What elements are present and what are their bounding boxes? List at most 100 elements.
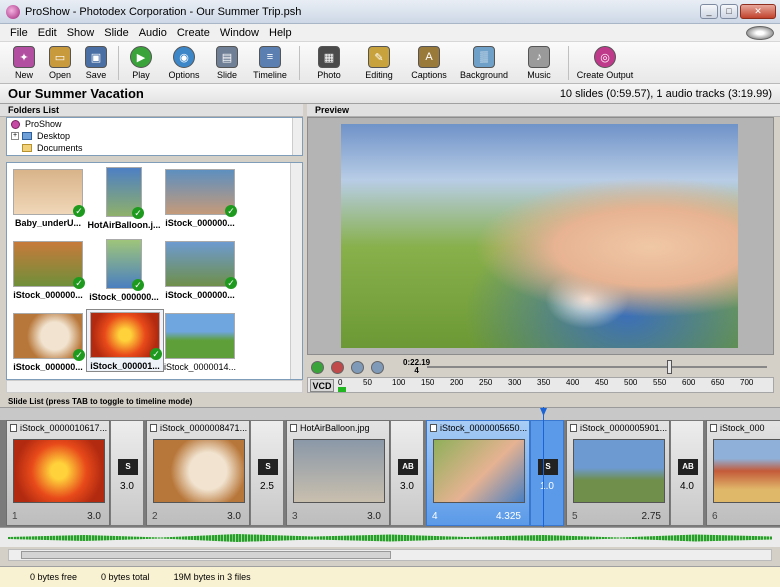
timeline-playhead[interactable] [543,407,544,547]
slide-image [13,439,105,503]
menu-edit[interactable]: Edit [38,27,57,39]
thumbnail-item-selected[interactable]: ✓ iStock_000001... [86,309,164,372]
menu-slide[interactable]: Slide [104,27,128,39]
menu-create[interactable]: Create [177,27,210,39]
check-icon: ✓ [73,277,85,289]
folder-item-documents[interactable]: Documents [7,142,302,154]
thumbnail-item[interactable]: ✓ iStock_000000... [161,241,239,300]
thumbnail-image: ✓ [13,313,85,361]
transition-item[interactable]: AB 4.0 [670,420,704,526]
slide-select-checkbox[interactable] [150,424,157,432]
folders-tree[interactable]: ProShow + Desktop Documents [6,117,303,156]
timeline-button[interactable]: ≡ Timeline [247,42,293,80]
toolbar-separator [568,46,569,80]
minimize-button[interactable]: _ [700,4,718,19]
photodex-logo-icon [746,26,774,40]
close-button[interactable]: ✕ [740,4,776,19]
slide-select-checkbox[interactable] [570,424,577,432]
seek-slider-thumb[interactable] [667,360,672,374]
status-total: 0 bytes total [101,572,150,582]
background-button[interactable]: ▒ Background [456,42,512,80]
file-thumbnails: ✓ Baby_underU... ✓ HotAirBalloon.j... ✓ … [6,162,303,380]
slide-image [433,439,525,503]
slide-button[interactable]: ▤ Slide [211,42,243,80]
open-button[interactable]: ▭ Open [44,42,76,80]
thumbnail-image: ✓ [165,241,237,289]
thumbnail-item[interactable]: ✓ iStock_000000... [161,169,239,228]
expand-icon[interactable]: + [11,132,19,140]
menu-audio[interactable]: Audio [139,27,167,39]
captions-icon: A [418,46,440,68]
menu-bar: File Edit Show Slide Audio Create Window… [0,24,780,42]
play-button[interactable]: ▶ Play [125,42,157,80]
thumbnail-image: ✓ [13,241,85,289]
maximize-button[interactable]: □ [720,4,738,19]
previous-icon[interactable] [351,360,364,374]
slide-item[interactable]: iStock_0000010617... 1 3.0 [6,420,110,526]
captions-button[interactable]: A Captions [406,42,452,80]
slide-select-checkbox[interactable] [10,424,17,432]
slide-item[interactable]: iStock_0000008471... 2 3.0 [146,420,250,526]
slide-select-checkbox[interactable] [430,424,437,432]
thumbnail-image: ✓ [90,312,162,360]
thumbnail-item[interactable]: iStock_0000014... [161,313,239,372]
check-icon: ✓ [225,205,237,217]
timeline-strip[interactable] [0,407,780,421]
stop-icon[interactable] [331,360,344,374]
thumbnail-item[interactable]: ✓ Baby_underU... [9,169,87,228]
transition-item[interactable]: S 3.0 [110,420,144,526]
menu-file[interactable]: File [10,27,28,39]
photo-button[interactable]: ▦ Photo [306,42,352,80]
check-icon: ✓ [225,277,237,289]
menu-show[interactable]: Show [67,27,95,39]
new-button[interactable]: ✦ New [8,42,40,80]
menu-window[interactable]: Window [220,27,259,39]
scrollbar-thumb[interactable] [21,551,391,559]
slide-item-active[interactable]: iStock_0000005650... 4 4.325 [426,420,530,526]
audio-waveform [8,534,772,542]
check-icon: ✓ [73,205,85,217]
slide-select-checkbox[interactable] [710,424,717,432]
transition-icon: S [118,459,138,475]
music-button[interactable]: ♪ Music [516,42,562,80]
play-icon: ▶ [130,46,152,68]
slide-list-scrollbar[interactable] [8,549,772,561]
slide-item[interactable]: iStock_000 6 [706,420,780,526]
options-button[interactable]: ◉ Options [161,42,207,80]
vcd-label[interactable]: VCD [310,379,334,392]
ruler-progress [338,387,346,392]
transition-item[interactable]: S 2.5 [250,420,284,526]
save-button[interactable]: ▣ Save [80,42,112,80]
thumbnail-item[interactable]: ✓ HotAirBalloon.j... [85,167,163,230]
transition-item-active[interactable]: S 1.0 [530,420,564,526]
slide-item[interactable]: iStock_0000005901... 5 2.75 [566,420,670,526]
thumbnails-hscrollbar[interactable] [6,380,303,393]
new-icon: ✦ [13,46,35,68]
thumbnail-item[interactable]: ✓ iStock_000000... [85,239,163,302]
preview-panel [307,117,774,355]
audio-track[interactable] [0,527,780,547]
slide-list-header: Slide List (press TAB to toggle to timel… [0,396,780,407]
proshow-folder-icon [11,119,20,129]
options-icon: ◉ [173,46,195,68]
slide-item[interactable]: HotAirBalloon.jpg 3 3.0 [286,420,390,526]
slide-select-checkbox[interactable] [290,424,297,432]
folders-scrollbar[interactable] [292,118,302,155]
thumbnail-item[interactable]: ✓ iStock_000000... [9,241,87,300]
seek-track[interactable] [427,360,767,374]
menu-help[interactable]: Help [269,27,292,39]
transition-item[interactable]: AB 3.0 [390,420,424,526]
slide-list: iStock_0000010617... 1 3.0 S 3.0 iStock_… [0,420,780,527]
transition-icon: AB [678,459,698,475]
window-title: ProShow - Photodex Corporation - Our Sum… [25,5,302,18]
next-icon[interactable] [371,360,384,374]
thumbnail-item[interactable]: ✓ iStock_000000... [9,313,87,372]
create-output-button[interactable]: ◎ Create Output [575,42,635,80]
folder-item-desktop[interactable]: + Desktop [7,130,302,142]
play-icon[interactable] [311,360,324,374]
main-toolbar: ✦ New ▭ Open ▣ Save ▶ Play ◉ Options ▤ Slide ≡… [0,42,780,84]
folder-item-proshow[interactable]: ProShow [7,118,302,130]
save-icon: ▣ [85,46,107,68]
editing-button[interactable]: ✎ Editing [356,42,402,80]
thumbnails-scrollbar[interactable] [290,163,302,379]
